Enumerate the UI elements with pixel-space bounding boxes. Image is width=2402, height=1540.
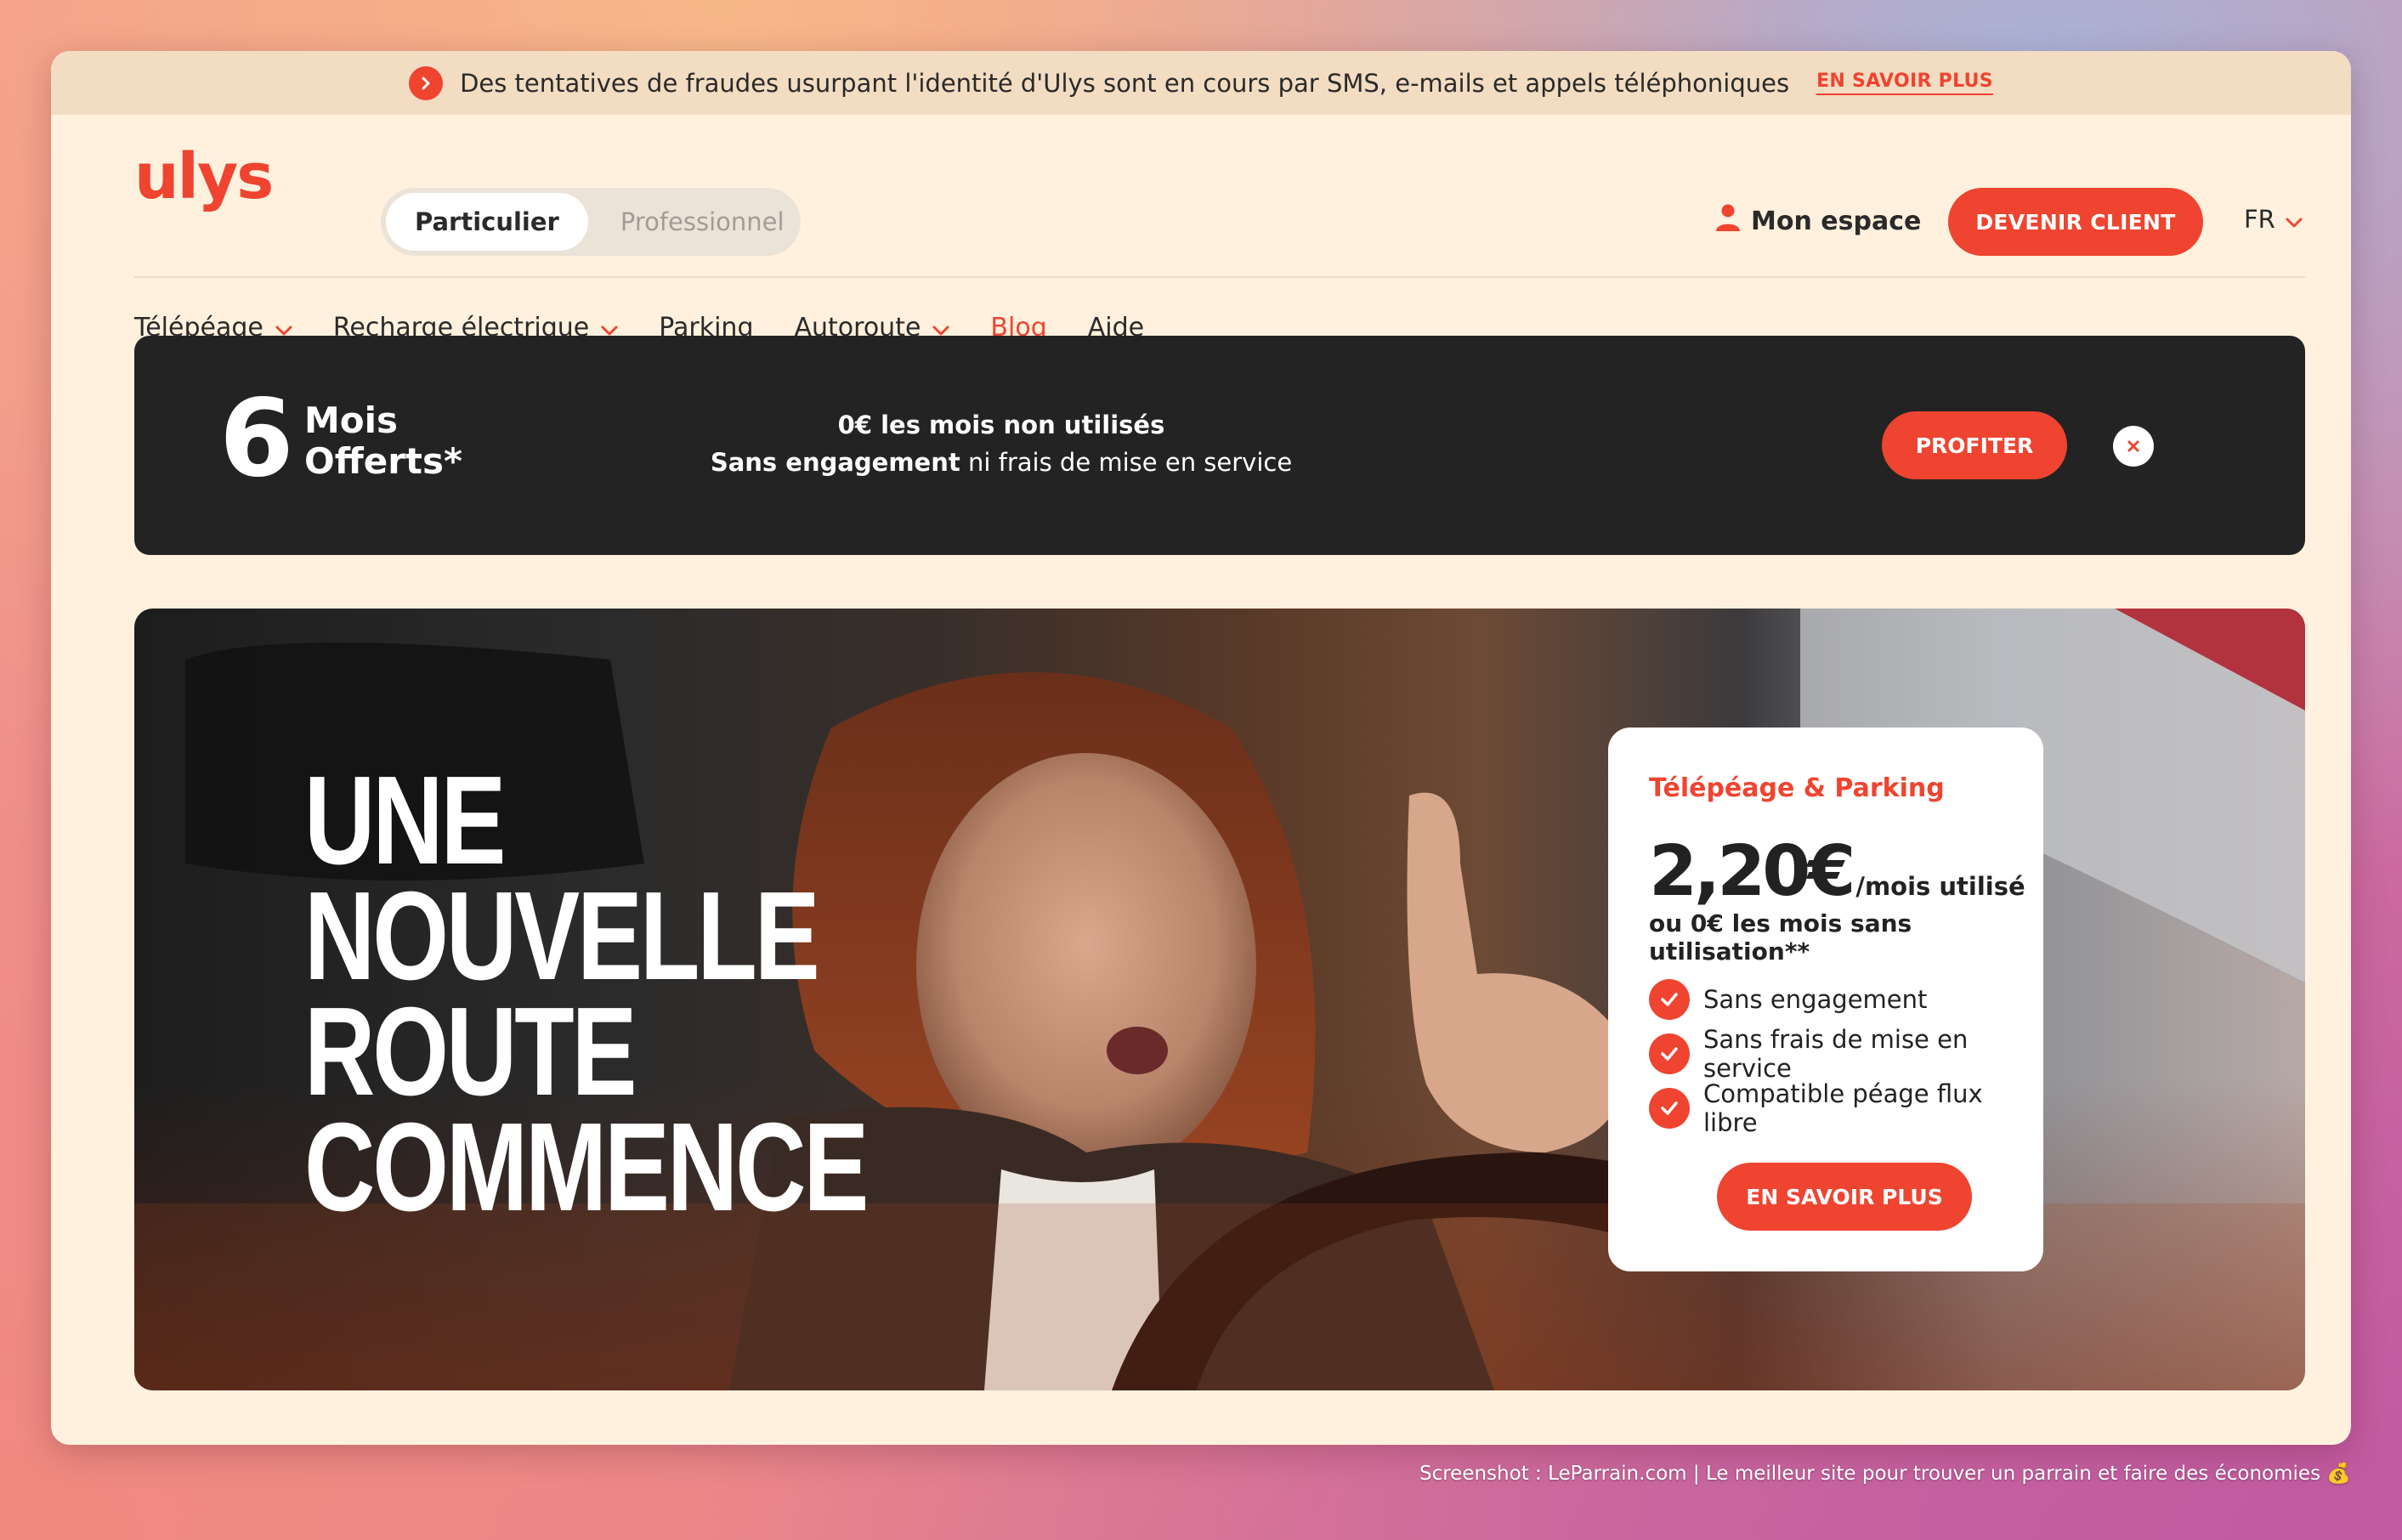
feature-list: Sans engagement Sans frais de mise en se… bbox=[1649, 972, 2043, 1137]
promo-line-1: Mois bbox=[304, 399, 399, 441]
chevron-right-icon bbox=[409, 65, 444, 100]
feature-item: Compatible péage flux libre bbox=[1649, 1079, 2043, 1137]
promo-text-2-strong: Sans engagement bbox=[710, 447, 960, 477]
feature-label: Sans engagement bbox=[1703, 985, 1928, 1014]
site-header: ulys Particulier Professionnel Mon espac… bbox=[134, 115, 2305, 278]
fraud-alert-bar: Des tentatives de fraudes usurpant l'ide… bbox=[51, 51, 2351, 115]
check-icon bbox=[1649, 979, 1690, 1020]
check-icon bbox=[1649, 1088, 1690, 1129]
check-icon bbox=[1649, 1033, 1690, 1074]
header-divider bbox=[134, 276, 2305, 278]
feature-label: Compatible péage flux libre bbox=[1703, 1079, 1983, 1137]
offer-card: Télépéage & Parking 2,20€ /mois utilisé … bbox=[1608, 728, 2043, 1271]
offer-learn-more-button[interactable]: EN SAVOIR PLUS bbox=[1717, 1163, 1972, 1231]
screenshot-credit: Screenshot : LeParrain.com | Le meilleur… bbox=[1419, 1463, 2351, 1485]
promo-text-1: 0€ les mois non utilisés bbox=[837, 410, 1165, 439]
offer-price: 2,20€ /mois utilisé bbox=[1649, 831, 2025, 912]
close-icon[interactable] bbox=[2113, 426, 2154, 467]
promo-number: 6 bbox=[219, 376, 294, 501]
language-selector[interactable]: FR bbox=[2244, 205, 2303, 234]
profiter-button[interactable]: PROFITER bbox=[1882, 411, 2067, 479]
hero-title-line: NOUVELLE bbox=[304, 866, 820, 1006]
segment-professionnel[interactable]: Professionnel bbox=[588, 207, 817, 236]
offer-title: Télépéage & Parking bbox=[1649, 773, 1945, 803]
customer-type-switch: Particulier Professionnel bbox=[381, 188, 801, 256]
price-unit: /mois utilisé bbox=[1855, 872, 2025, 901]
offer-subtitle: ou 0€ les mois sans utilisation** bbox=[1649, 909, 1912, 965]
hero-section: UNE NOUVELLE ROUTE COMMENCE Télépéage & … bbox=[134, 609, 2305, 1390]
hero-title: UNE NOUVELLE ROUTE COMMENCE bbox=[304, 750, 869, 1237]
language-label: FR bbox=[2244, 205, 2275, 234]
ulys-logo[interactable]: ulys bbox=[134, 140, 274, 213]
promo-banner: 6 Mois Offerts* 0€ les mois non utilisés… bbox=[134, 336, 2305, 555]
account-label: Mon espace bbox=[1751, 206, 1922, 236]
feature-item: Sans engagement bbox=[1649, 972, 2043, 1027]
feature-label: Sans frais de mise en service bbox=[1703, 1025, 1969, 1083]
promo-details: 0€ les mois non utilisés Sans engagement… bbox=[610, 407, 1392, 481]
segment-particulier[interactable]: Particulier bbox=[386, 193, 588, 251]
promo-text-2: Sans engagement ni frais de mise en serv… bbox=[610, 444, 1392, 482]
alert-text: Des tentatives de fraudes usurpant l'ide… bbox=[460, 68, 1790, 98]
browser-window: Des tentatives de fraudes usurpant l'ide… bbox=[51, 51, 2351, 1445]
alert-learn-more-link[interactable]: EN SAVOIR PLUS bbox=[1816, 71, 1993, 95]
promo-text-2-rest: ni frais de mise en service bbox=[960, 447, 1293, 477]
user-icon bbox=[1715, 203, 1741, 239]
feature-item: Sans frais de mise en service bbox=[1649, 1025, 2043, 1083]
price-amount: 2,20€ bbox=[1649, 831, 1855, 912]
promo-months: Mois Offerts* bbox=[304, 399, 462, 483]
hero-title-line: UNE bbox=[304, 750, 506, 891]
account-link[interactable]: Mon espace bbox=[1715, 203, 1921, 239]
promo-line-2: Offerts* bbox=[304, 440, 462, 483]
hero-title-line: COMMENCE bbox=[304, 1097, 869, 1237]
chevron-down-icon bbox=[2286, 205, 2303, 234]
become-client-button[interactable]: DEVENIR CLIENT bbox=[1948, 188, 2203, 256]
hero-title-line: ROUTE bbox=[304, 982, 637, 1122]
